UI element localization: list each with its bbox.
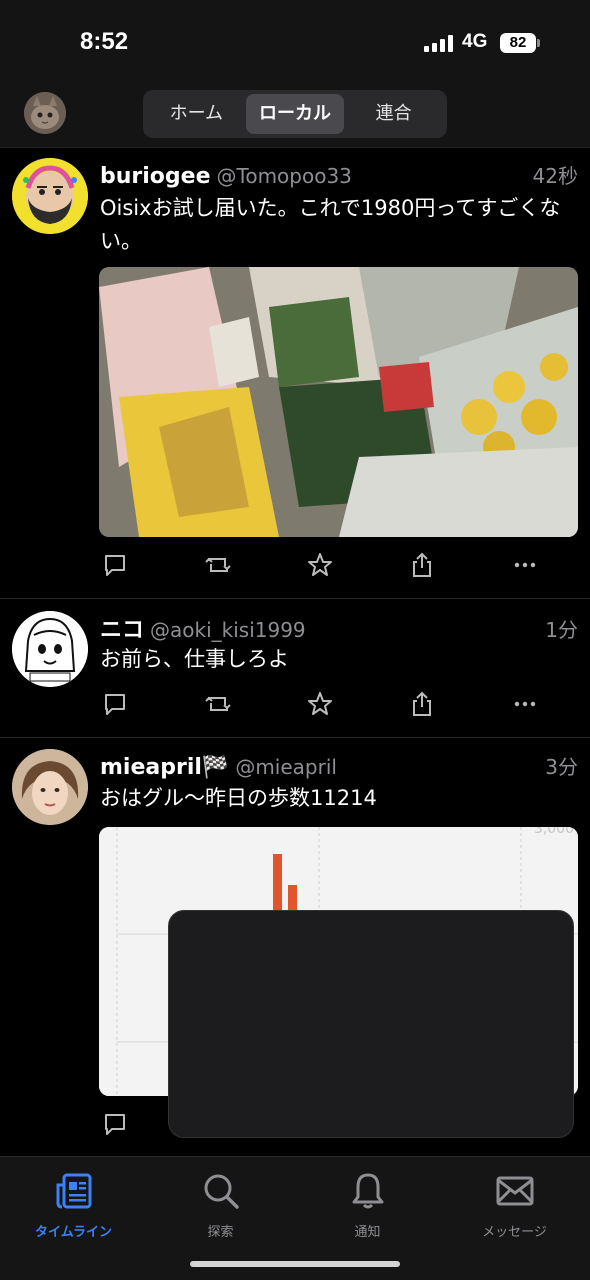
user-handle[interactable]: @mieapril [235,755,337,779]
tab-explore[interactable]: 探索 [147,1165,294,1240]
post-text: おはグル〜昨日の歩数11214 [100,786,377,810]
more-icon[interactable] [510,550,540,580]
post-header: buriogee @Tomopoo33 42秒 [100,160,578,189]
tab-explore-label: 探索 [207,1225,234,1240]
post-text: お前ら、仕事しろよ [100,647,289,671]
display-name[interactable]: buriogee [100,164,211,189]
home-indicator[interactable] [190,1261,400,1267]
reply-icon[interactable] [100,1109,130,1139]
post-header: ニコ @aoki_kisi1999 1分 [100,612,578,644]
user-handle[interactable]: @aoki_kisi1999 [150,618,306,642]
mail-icon [496,1176,533,1206]
timeline-header: ホーム ローカル 連合 [0,86,590,148]
timeline-icon [56,1173,91,1209]
segment-local[interactable]: ローカル [245,94,345,134]
reply-icon[interactable] [100,689,130,719]
boost-icon[interactable] [203,689,233,719]
post-text: Oisixお試し届いた。これで1980円ってすごくない。 [100,196,561,253]
tab-bar: タイムライン 探索 通知 メッセージ [0,1156,590,1280]
status-bar: 8:52 4G 82 [0,0,590,86]
battery-icon: 82 [500,33,536,53]
post-item[interactable]: ニコ @aoki_kisi1999 1分 お前ら、仕事しろよ [0,600,590,738]
post-actions [100,550,540,580]
post-avatar[interactable] [12,749,88,825]
tab-notifications-label: 通知 [354,1225,381,1240]
battery-tip [537,39,540,47]
search-icon [204,1174,239,1209]
post-avatar[interactable] [12,158,88,234]
account-avatar[interactable] [24,92,66,134]
status-time: 8:52 [80,28,129,55]
post-item[interactable]: buriogee @Tomopoo33 42秒 Oisixお試し届いた。これで1… [0,149,590,599]
user-handle[interactable]: @Tomopoo33 [217,164,352,188]
timeline-segmented-control: ホーム ローカル 連合 [143,90,447,138]
chart-axis-label: 3,000 [533,827,574,837]
post-header: mieapril🏁 @mieapril 3分 [100,751,578,780]
tab-timeline-label: タイムライン [34,1225,113,1240]
post-time: 3分 [545,755,578,779]
tab-timeline[interactable]: タイムライン [0,1165,147,1240]
post-time: 1分 [545,618,578,642]
overlay-popup[interactable] [168,910,574,1138]
tab-messages[interactable]: メッセージ [441,1165,588,1240]
post-actions [100,689,540,719]
more-icon[interactable] [510,689,540,719]
display-name[interactable]: mieapril🏁 [100,755,229,780]
segment-home[interactable]: ホーム [147,94,246,134]
share-icon[interactable] [407,689,437,719]
post-avatar[interactable] [12,611,88,687]
boost-icon[interactable] [203,550,233,580]
tab-messages-label: メッセージ [482,1225,547,1240]
post-image[interactable] [99,267,578,537]
share-icon[interactable] [407,550,437,580]
bell-icon [352,1173,383,1209]
segment-federated[interactable]: 連合 [344,94,443,134]
network-type: 4G [462,31,488,52]
reply-icon[interactable] [100,550,130,580]
display-name[interactable]: ニコ [100,612,144,644]
signal-icon [424,34,453,52]
tab-notifications[interactable]: 通知 [294,1165,441,1240]
favorite-icon[interactable] [305,689,335,719]
post-time: 42秒 [532,164,578,188]
favorite-icon[interactable] [305,550,335,580]
